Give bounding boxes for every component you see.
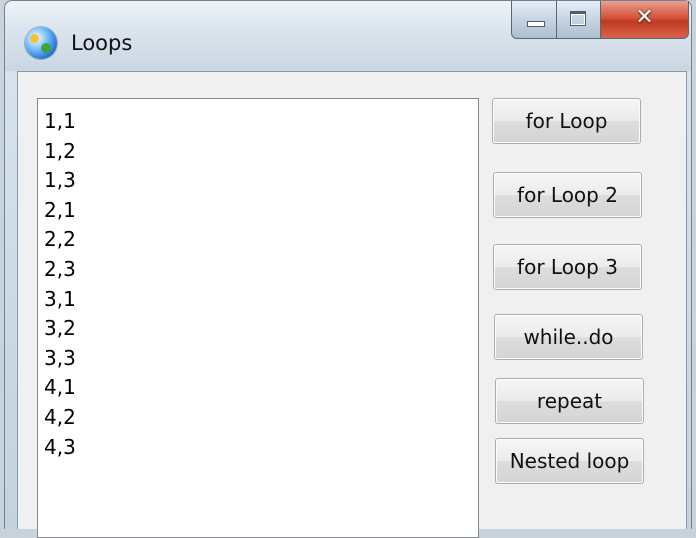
list-item[interactable]: 4,2	[44, 403, 478, 433]
minimize-icon	[527, 21, 545, 27]
maximize-button[interactable]	[557, 1, 601, 39]
list-item[interactable]: 1,3	[44, 166, 478, 196]
app-icon	[25, 27, 57, 59]
list-item[interactable]: 2,1	[44, 196, 478, 226]
nested-loop-button[interactable]: Nested loop	[495, 438, 644, 484]
maximize-icon	[570, 11, 586, 26]
repeat-button[interactable]: repeat	[495, 378, 644, 424]
client-area: 1,1 1,2 1,3 2,1 2,2 2,3 3,1 3,2 3,3 4,1 …	[17, 71, 687, 538]
list-item[interactable]: 4,3	[44, 433, 478, 463]
for-loop-button[interactable]: for Loop	[492, 98, 641, 144]
list-item[interactable]: 2,3	[44, 255, 478, 285]
list-item[interactable]: 1,1	[44, 107, 478, 137]
list-item[interactable]: 3,3	[44, 344, 478, 374]
list-item[interactable]: 3,2	[44, 314, 478, 344]
for-loop-3-button[interactable]: for Loop 3	[493, 244, 642, 290]
list-item[interactable]: 3,1	[44, 285, 478, 315]
title-bar[interactable]: Loops ✕	[5, 1, 691, 71]
minimize-button[interactable]	[511, 1, 557, 39]
window-title: Loops	[71, 31, 133, 55]
app-window: Loops ✕ 1,1 1,2 1,3 2,1 2,2 2,3 3,1 3,2 …	[4, 0, 692, 538]
output-listbox[interactable]: 1,1 1,2 1,3 2,1 2,2 2,3 3,1 3,2 3,3 4,1 …	[37, 98, 479, 538]
caption-buttons: ✕	[511, 1, 689, 41]
list-item[interactable]: 4,1	[44, 373, 478, 403]
list-item[interactable]: 1,2	[44, 137, 478, 167]
close-icon: ✕	[635, 5, 654, 30]
close-button[interactable]: ✕	[601, 1, 689, 39]
list-item[interactable]: 2,2	[44, 225, 478, 255]
for-loop-2-button[interactable]: for Loop 2	[493, 172, 642, 218]
while-do-button[interactable]: while..do	[494, 314, 643, 360]
